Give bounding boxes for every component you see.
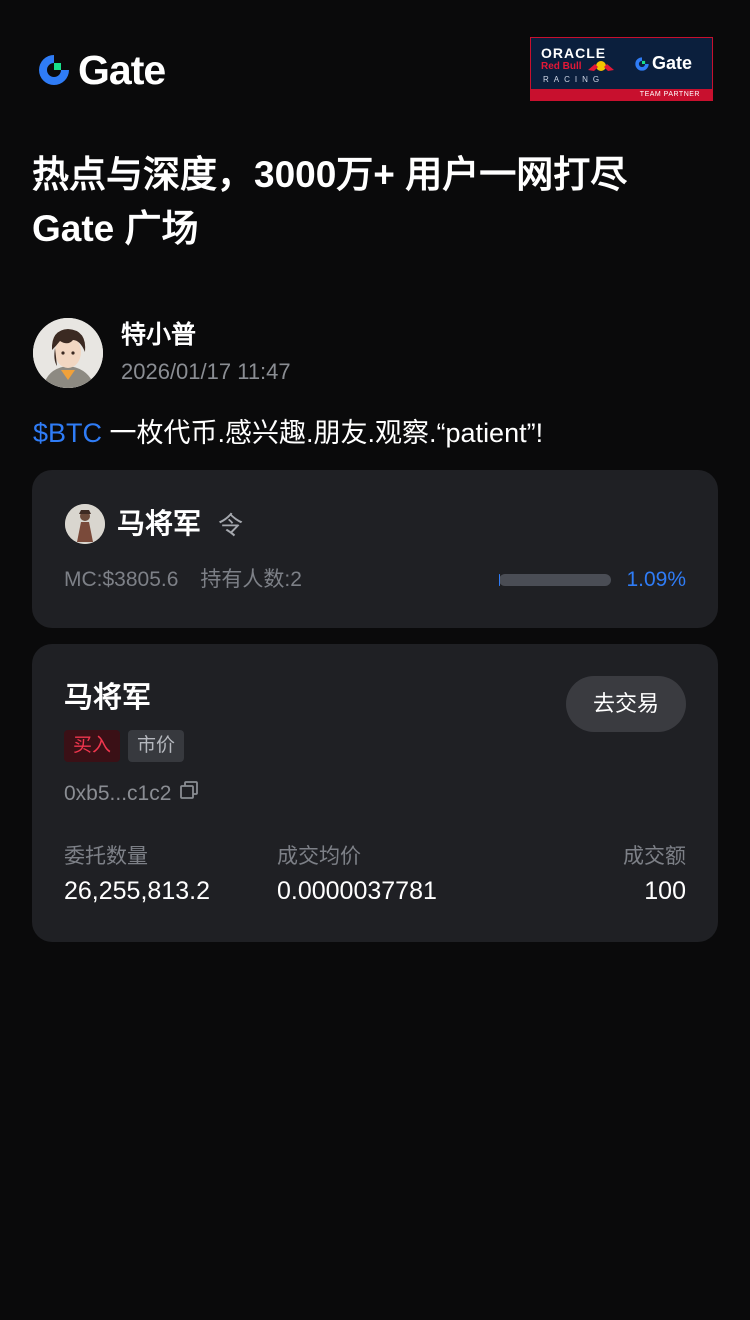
partner-racing: RACING (543, 75, 605, 84)
order-quantity-value: 26,255,813.2 (64, 877, 210, 905)
progress-percent: 1.09% (626, 568, 686, 591)
red-bull-icon (588, 61, 614, 71)
amount-label: 成交额 (623, 845, 686, 868)
market-cap: MC:$3805.6 (64, 568, 179, 591)
headline-line1: 热点与深度，3000万+ 用户一网打尽 (32, 154, 628, 195)
progress-fill (499, 574, 501, 586)
order-quantity-label: 委托数量 (64, 845, 148, 868)
avatar[interactable] (33, 318, 103, 388)
token-symbol: 令 (218, 512, 244, 540)
page-headline: 热点与深度，3000万+ 用户一网打尽 Gate 广场 (32, 148, 722, 256)
author-name[interactable]: 特小普 (121, 318, 196, 352)
go-trade-button[interactable]: 去交易 (566, 676, 686, 732)
holder-count: 持有人数:2 (200, 568, 302, 591)
partner-strip: TEAM PARTNER (531, 89, 712, 100)
contract-address: 0xb5...c1c2 (64, 780, 199, 808)
partner-gate: Gate (634, 53, 692, 74)
buy-tag: 买入 (64, 730, 121, 762)
market-tag: 市价 (128, 730, 185, 762)
gate-logo-icon (635, 56, 649, 71)
token-card[interactable]: 马将军 令 MC:$3805.6 持有人数:2 1.09% (32, 470, 718, 628)
partner-gate-text: Gate (652, 53, 693, 73)
ticker-link[interactable]: $BTC (33, 418, 102, 448)
token-icon (65, 504, 105, 544)
token-stats: MC:$3805.6 持有人数:2 (64, 566, 302, 594)
avg-price-label: 成交均价 (277, 845, 361, 868)
headline-line2: Gate 广场 (32, 208, 199, 249)
trade-token-name: 马将军 (64, 682, 152, 714)
post-timestamp: 2026/01/17 11:47 (121, 359, 291, 384)
token-name: 马将军 (117, 508, 202, 539)
logo-text: Gate (78, 47, 166, 93)
gate-logo[interactable]: Gate (36, 47, 166, 93)
address-text: 0xb5...c1c2 (64, 782, 172, 805)
partner-redbull: Red Bull (541, 61, 582, 72)
team-partner-badge: ORACLE Red Bull RACING Gate TEAM PARTNER (530, 37, 713, 101)
gate-logo-icon (39, 55, 69, 85)
avatar-illustration (33, 318, 103, 388)
post-body: 一枚代币.感兴趣.朋友.观察.“patient”! (102, 418, 544, 448)
trade-card: 马将军 去交易 买入 市价 0xb5...c1c2 委托数量 26,255,81… (32, 644, 718, 942)
copy-icon[interactable] (179, 780, 199, 808)
bonding-progress-bar (499, 574, 611, 586)
post-text: $BTC 一枚代币.感兴趣.朋友.观察.“patient”! (33, 414, 543, 452)
avg-price-value: 0.0000037781 (277, 877, 437, 905)
amount-value: 100 (644, 877, 686, 905)
